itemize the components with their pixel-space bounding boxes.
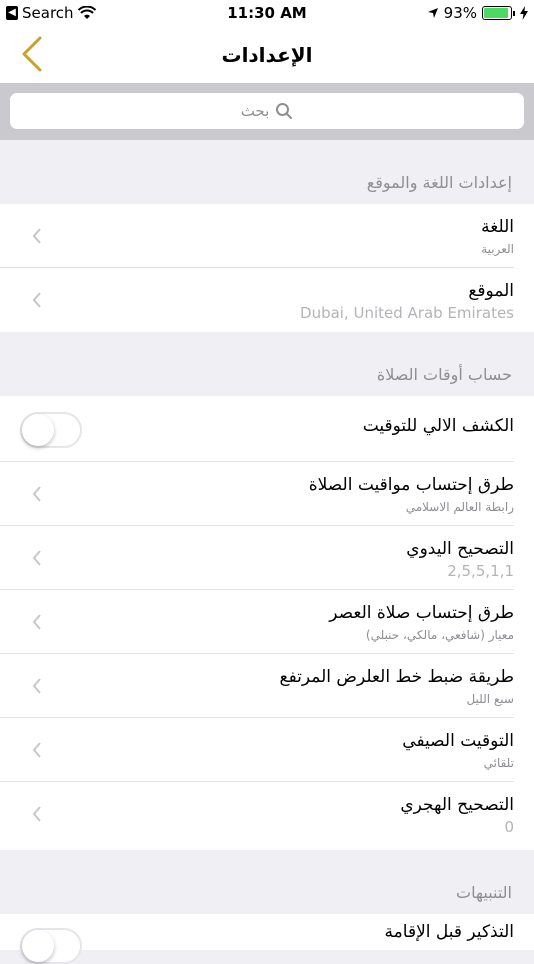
cell-high-latitude[interactable]: طريقة ضبط خط العلرض المرتفع سبع الليل	[0, 654, 534, 718]
battery-fill	[484, 8, 509, 18]
search-placeholder: بحث	[240, 102, 270, 120]
section-header-prayer-calc: حساب أوقات الصلاة	[0, 332, 534, 396]
section-header-label: التنبيهات	[456, 883, 512, 902]
cell-value: رابطة العالم الاسلامي	[405, 500, 514, 514]
cell-asr-method[interactable]: طرق إحتساب صلاة العصر معيار (شافعي، مالك…	[0, 590, 534, 654]
cell-value: Dubai, United Arab Emirates	[300, 304, 514, 322]
cell-manual-correction[interactable]: التصحيح اليدوي 2,5,5,1,1	[0, 526, 534, 590]
chevron-left-icon	[32, 550, 41, 566]
chevron-left-icon	[32, 806, 41, 822]
cell-iqama-reminder: التذكير قبل الإقامة	[0, 914, 534, 964]
cell-hijri-correction[interactable]: التصحيح الهجري 0	[0, 782, 534, 850]
cell-value: معيار (شافعي، مالكي، حنبلي)	[365, 628, 514, 642]
toggle-knob	[22, 930, 54, 962]
section-header-notifications: التنبيهات	[0, 850, 534, 914]
chevron-left-icon	[32, 678, 41, 694]
cell-value: 2,5,5,1,1	[447, 562, 514, 580]
section-header-label: إعدادات اللغة والموقع	[366, 173, 512, 192]
cell-value: 0	[504, 818, 514, 836]
cell-value: تلقائي	[483, 756, 514, 770]
battery-percent: 93%	[443, 4, 477, 22]
chevron-left-icon	[32, 228, 41, 244]
chevron-left-icon	[32, 614, 41, 630]
navigation-bar: الإعدادات	[0, 28, 534, 84]
cell-title: الموقع	[468, 281, 514, 301]
cell-title: التذكير قبل الإقامة	[384, 922, 514, 942]
cell-title: التصحيح الهجري	[400, 795, 514, 815]
battery-icon	[482, 6, 512, 20]
cell-calc-method[interactable]: طرق إحتساب مواقيت الصلاة رابطة العالم ال…	[0, 462, 534, 526]
status-right: 93%	[427, 4, 528, 22]
cell-title: طرق إحتساب مواقيت الصلاة	[308, 475, 514, 495]
search-icon	[276, 103, 293, 119]
search-input[interactable]: بحث	[10, 93, 524, 129]
section-header-label: حساب أوقات الصلاة	[376, 365, 512, 384]
page-title: الإعدادات	[221, 43, 313, 67]
cell-title: الكشف الالي للتوقيت	[362, 416, 514, 436]
toggle-knob	[22, 414, 54, 446]
location-arrow-icon	[427, 8, 438, 18]
iqama-reminder-toggle[interactable]	[20, 928, 82, 964]
auto-detect-toggle[interactable]	[20, 412, 82, 448]
cell-title: اللغة	[481, 217, 514, 237]
cell-title: التوقيت الصيفي	[402, 731, 514, 751]
cell-language[interactable]: اللغة العربية	[0, 204, 534, 268]
cell-title: طريقة ضبط خط العلرض المرتفع	[279, 667, 514, 687]
cell-value: العربية	[481, 242, 514, 256]
cell-title: التصحيح اليدوي	[406, 539, 514, 559]
chevron-left-icon	[32, 486, 41, 502]
cell-value: سبع الليل	[466, 692, 514, 706]
section-header-language-location: إعدادات اللغة والموقع	[0, 140, 534, 204]
cell-title: طرق إحتساب صلاة العصر	[329, 603, 514, 623]
search-bar: بحث	[0, 84, 534, 140]
charging-bolt-icon	[520, 6, 528, 20]
cell-location[interactable]: الموقع Dubai, United Arab Emirates	[0, 268, 534, 332]
cell-dst[interactable]: التوقيت الصيفي تلقائي	[0, 718, 534, 782]
battery-nub	[513, 10, 515, 16]
cell-auto-detect: الكشف الالي للتوقيت	[0, 396, 534, 462]
chevron-left-icon	[32, 292, 41, 308]
status-bar: ◀ Search 11:30 AM 93%	[0, 0, 534, 28]
chevron-left-icon	[32, 742, 41, 758]
